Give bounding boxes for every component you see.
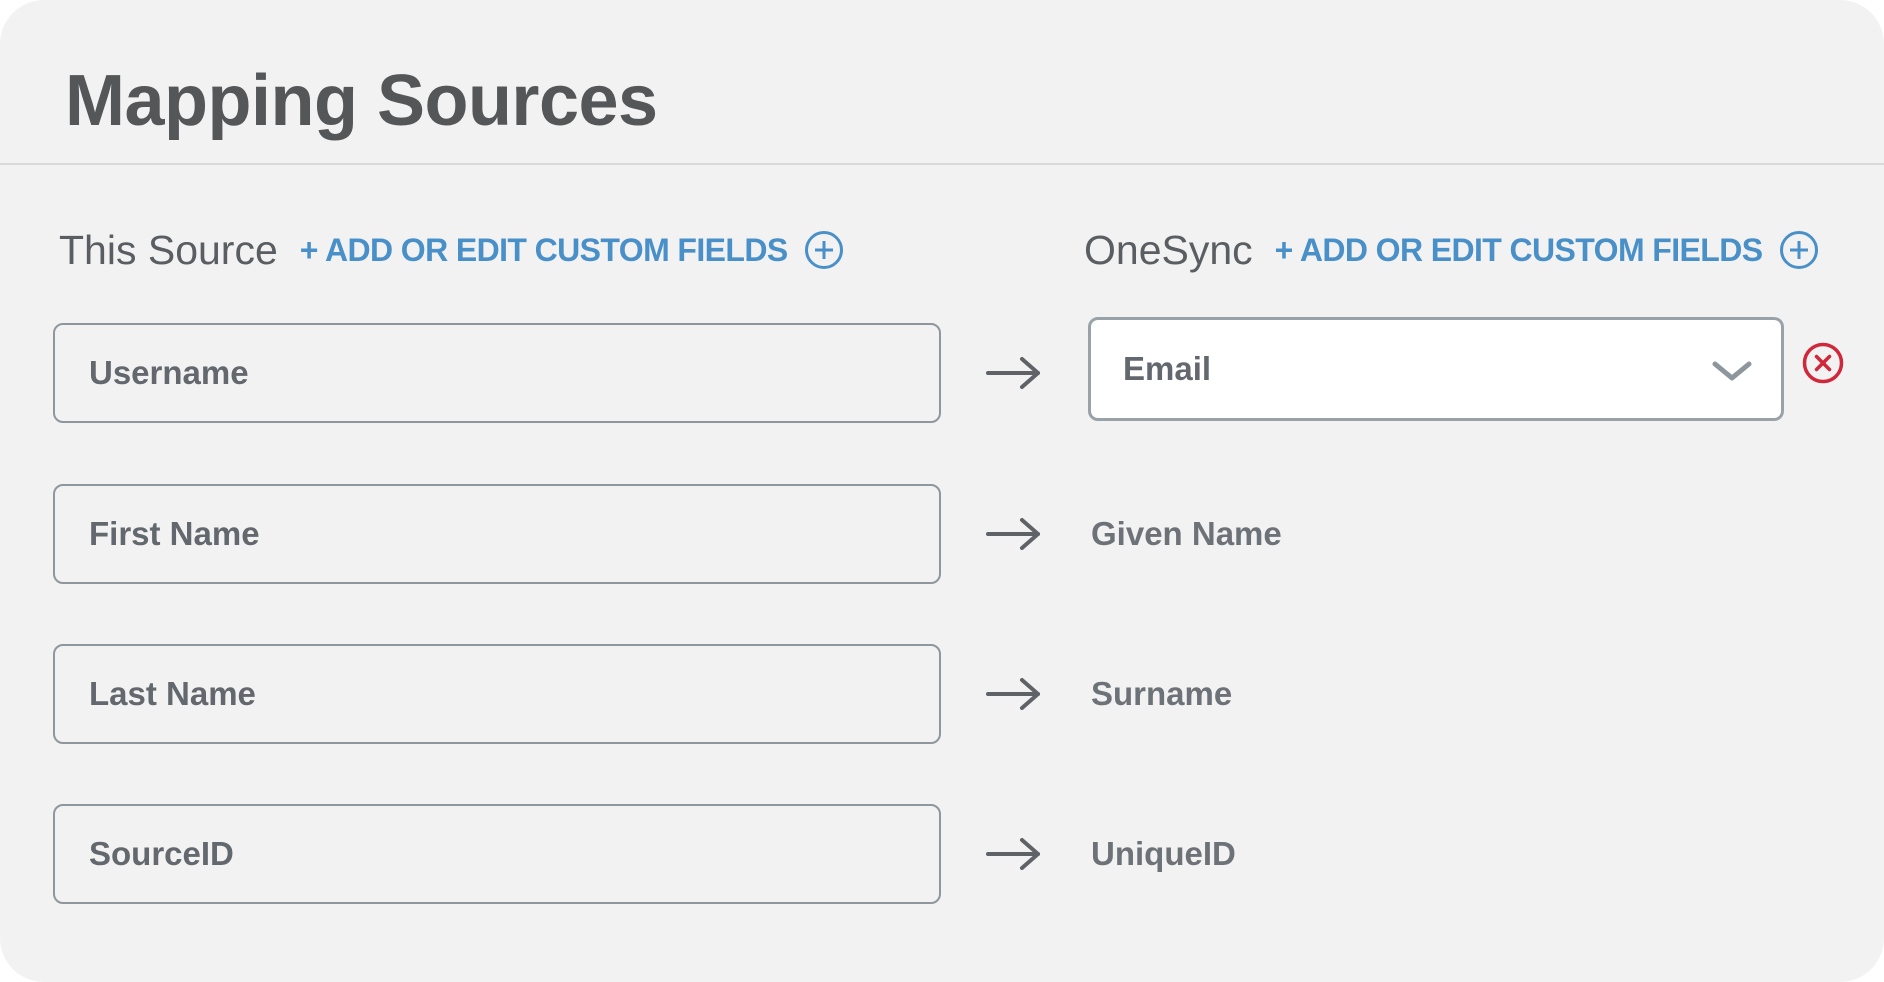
- source-add-custom-fields-label: + ADD OR EDIT CUSTOM FIELDS: [299, 231, 788, 268]
- close-circle-icon[interactable]: [1801, 341, 1845, 385]
- source-field-username[interactable]: Username: [53, 323, 941, 423]
- mapping-row: Last Name Surname: [0, 644, 1884, 746]
- source-add-custom-fields-link[interactable]: + ADD OR EDIT CUSTOM FIELDS: [300, 230, 844, 270]
- target-add-custom-fields-link[interactable]: + ADD OR EDIT CUSTOM FIELDS: [1275, 230, 1819, 270]
- mapping-sources-panel: Mapping Sources This Source + ADD OR EDI…: [0, 0, 1884, 982]
- mapping-row: First Name Given Name: [0, 484, 1884, 586]
- target-column-title: OneSync: [1084, 226, 1253, 273]
- header-divider: [0, 163, 1884, 165]
- source-field-last-name[interactable]: Last Name: [53, 644, 941, 744]
- target-field-given-name: Given Name: [1091, 515, 1282, 552]
- source-column-header: This Source + ADD OR EDIT CUSTOM FIELDS: [59, 220, 844, 280]
- arrow-right-icon: [986, 357, 1040, 389]
- arrow-right-icon: [986, 518, 1040, 550]
- source-column-title: This Source: [59, 226, 278, 273]
- target-field-unique-id: UniqueID: [1091, 835, 1236, 872]
- chevron-down-icon[interactable]: [1711, 358, 1753, 384]
- mapping-row: SourceID UniqueID: [0, 804, 1884, 906]
- source-field-source-id[interactable]: SourceID: [53, 804, 941, 904]
- arrow-right-icon: [986, 838, 1040, 870]
- plus-circle-icon[interactable]: [804, 230, 844, 270]
- plus-circle-icon[interactable]: [1779, 230, 1819, 270]
- arrow-right-icon: [986, 678, 1040, 710]
- target-column-header: OneSync + ADD OR EDIT CUSTOM FIELDS: [1084, 220, 1819, 280]
- target-field-surname: Surname: [1091, 675, 1233, 712]
- source-field-first-name[interactable]: First Name: [53, 484, 941, 584]
- target-add-custom-fields-label: + ADD OR EDIT CUSTOM FIELDS: [1274, 231, 1763, 268]
- target-select-email[interactable]: Email: [1088, 317, 1784, 421]
- mapping-row: Username Email: [0, 317, 1884, 425]
- page-title: Mapping Sources: [65, 61, 658, 141]
- target-select-value: Email: [1123, 350, 1212, 387]
